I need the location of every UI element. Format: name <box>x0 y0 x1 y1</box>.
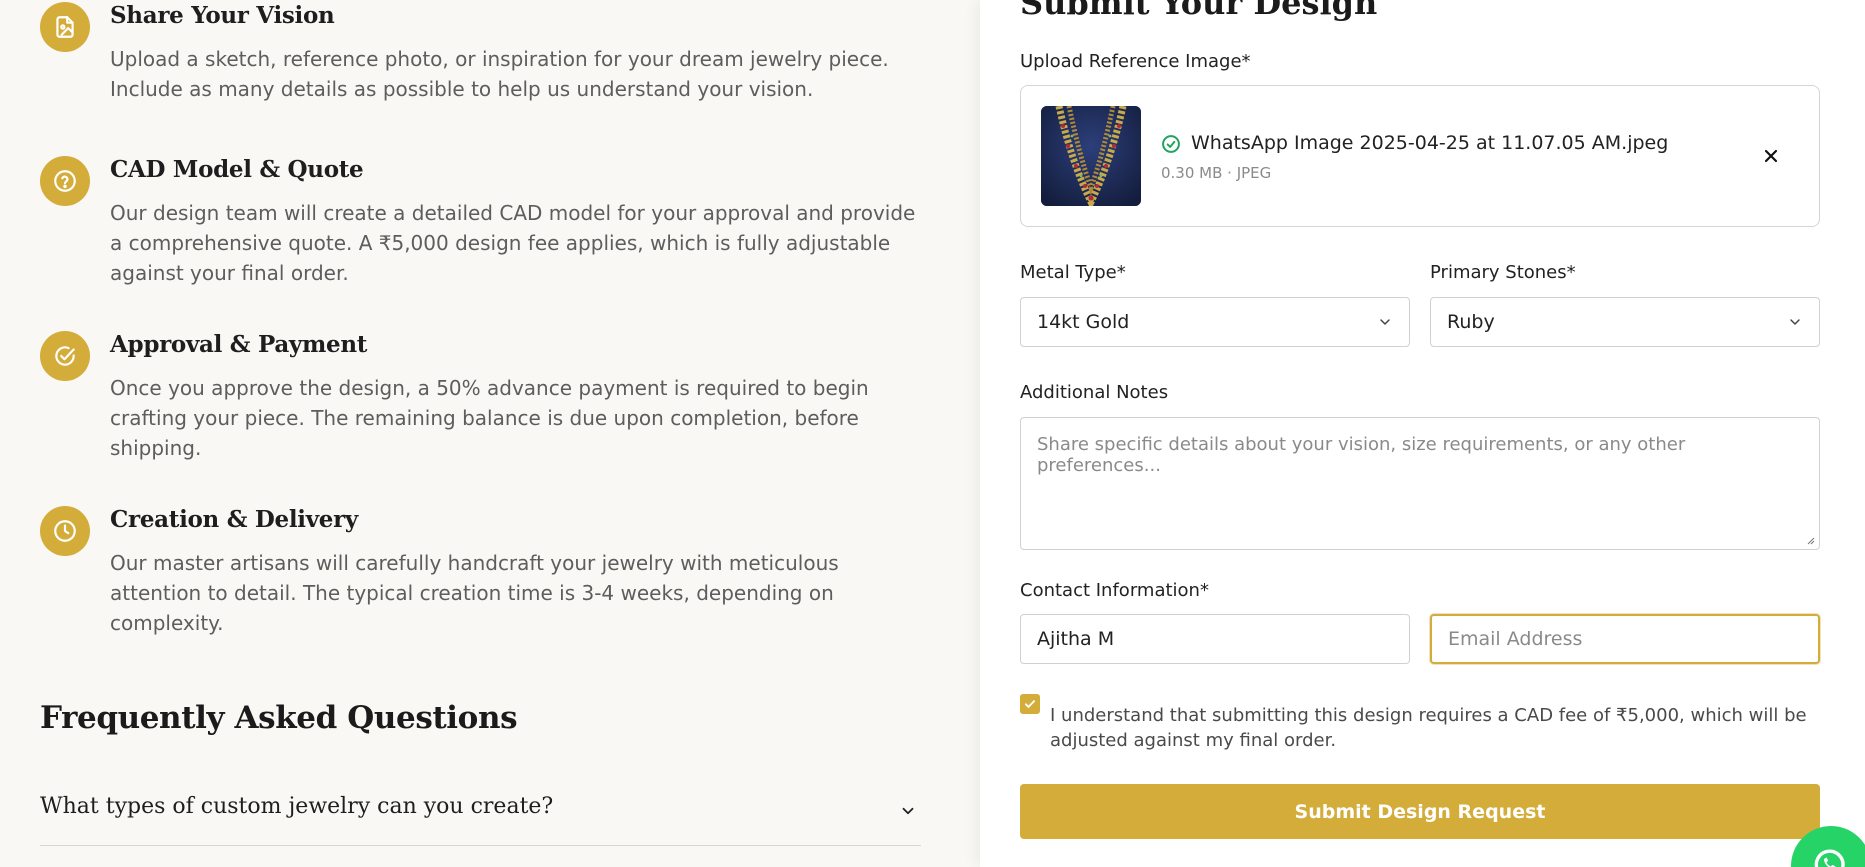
checkmark-icon <box>1024 700 1036 708</box>
chevron-down-icon <box>1380 319 1390 325</box>
chevron-down-icon <box>902 807 914 815</box>
faq-heading: Frequently Asked Questions <box>40 700 518 736</box>
whatsapp-icon <box>1814 849 1845 867</box>
step-title: Share Your Vision <box>110 2 335 29</box>
additional-notes-label: Additional Notes <box>1020 382 1169 403</box>
image-upload-icon <box>40 2 90 52</box>
clock-icon <box>40 506 90 556</box>
uploaded-image-thumbnail <box>1041 106 1141 206</box>
design-form-panel: Submit Your Design Upload Reference Imag… <box>980 0 1865 867</box>
contact-info-label: Contact Information* <box>1020 580 1209 601</box>
additional-notes-textarea[interactable]: Share specific details about your vision… <box>1020 417 1820 550</box>
metal-type-value: 14kt Gold <box>1037 311 1130 333</box>
faq-item[interactable]: What types of custom jewelry can you cre… <box>40 780 921 846</box>
primary-stones-label: Primary Stones* <box>1430 262 1576 283</box>
name-field[interactable] <box>1020 614 1410 664</box>
form-title: Submit Your Design <box>1020 0 1378 22</box>
notes-placeholder: Share specific details about your vision… <box>1037 434 1686 476</box>
check-circle-icon <box>40 331 90 381</box>
consent-checkbox[interactable] <box>1020 694 1040 714</box>
primary-stones-value: Ruby <box>1447 311 1495 333</box>
step-description: Our master artisans will carefully handc… <box>110 551 839 635</box>
question-icon <box>40 156 90 206</box>
metal-type-label: Metal Type* <box>1020 262 1126 283</box>
uploaded-file-meta: 0.30 MB · JPEG <box>1161 164 1272 182</box>
step-description: Our design team will create a detailed C… <box>110 201 916 285</box>
step-description: Once you approve the design, a 50% advan… <box>110 376 869 460</box>
step-title: CAD Model & Quote <box>110 156 364 183</box>
resize-grip-icon[interactable] <box>1805 535 1815 545</box>
submit-design-button[interactable]: Submit Design Request <box>1020 784 1820 839</box>
chevron-down-icon <box>1790 319 1800 325</box>
primary-stones-select[interactable]: Ruby <box>1430 297 1820 347</box>
upload-label: Upload Reference Image* <box>1020 51 1251 72</box>
process-steps-section: Share Your Vision Upload a sketch, refer… <box>0 0 980 867</box>
close-icon[interactable] <box>1761 146 1781 166</box>
consent-text: I understand that submitting this design… <box>1050 705 1807 751</box>
step-title: Creation & Delivery <box>110 506 358 533</box>
faq-question: What types of custom jewelry can you cre… <box>40 794 554 819</box>
uploaded-file-card: WhatsApp Image 2025-04-25 at 11.07.05 AM… <box>1020 85 1820 227</box>
step-title: Approval & Payment <box>110 331 368 358</box>
step-description: Upload a sketch, reference photo, or ins… <box>110 47 889 101</box>
metal-type-select[interactable]: 14kt Gold <box>1020 297 1410 347</box>
email-field[interactable] <box>1430 614 1820 664</box>
check-circle-icon <box>1162 135 1180 153</box>
uploaded-file-name: WhatsApp Image 2025-04-25 at 11.07.05 AM… <box>1191 132 1669 154</box>
